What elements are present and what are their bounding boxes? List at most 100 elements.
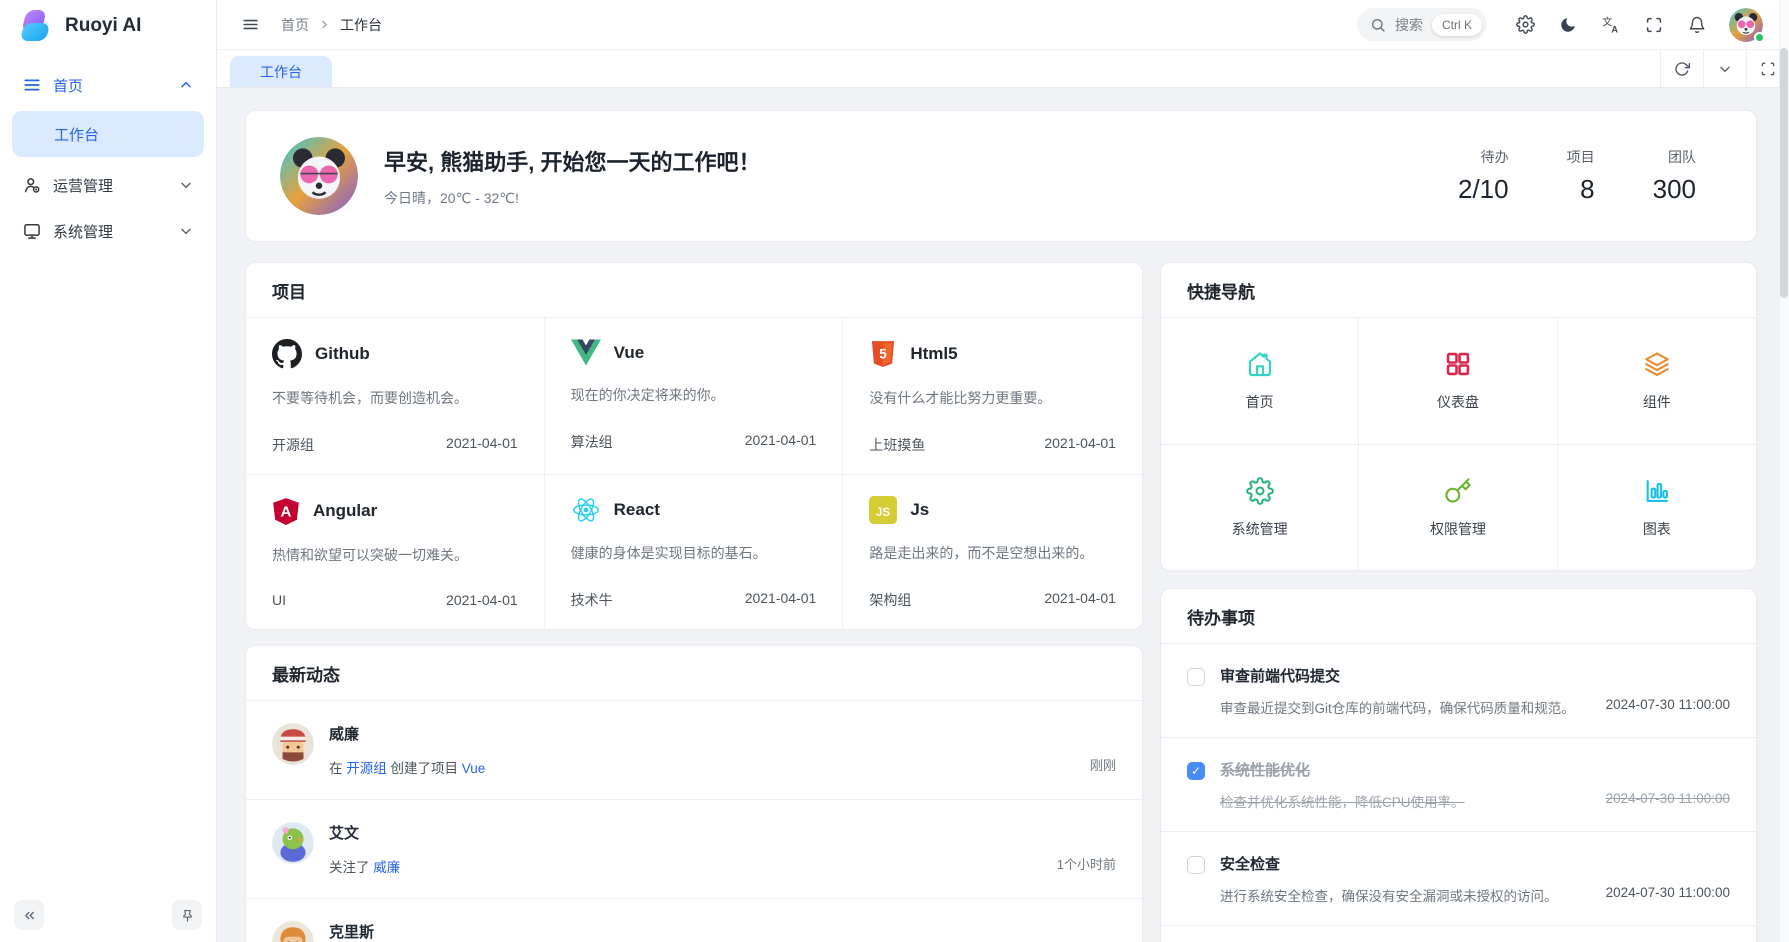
- activity-link-group[interactable]: 开源组: [346, 761, 387, 776]
- quick-nav-permissions[interactable]: 权限管理: [1359, 444, 1557, 570]
- collapse-sidebar-button[interactable]: [14, 900, 44, 930]
- todo-item-desc: 检查并优化系统性能，降低CPU使用率。: [1220, 791, 1465, 811]
- scrollbar-thumb[interactable]: [1780, 48, 1788, 298]
- refresh-icon: [1674, 61, 1690, 77]
- todo-item-title: 系统性能优化: [1220, 759, 1730, 780]
- quick-nav-home[interactable]: 首页: [1161, 318, 1359, 444]
- project-group: UI: [272, 592, 286, 608]
- app-logo[interactable]: Ruoyi AI: [0, 0, 216, 52]
- panda-avatar-large: [280, 137, 358, 215]
- fullscreen-button[interactable]: [1637, 8, 1671, 42]
- sidebar-item-label: 系统管理: [53, 221, 113, 242]
- sidebar-item-workbench[interactable]: 工作台: [12, 111, 204, 157]
- quick-nav-charts[interactable]: 图表: [1558, 444, 1756, 570]
- tab-actions: [1660, 50, 1789, 87]
- react-icon: [571, 496, 601, 524]
- quick-nav-components[interactable]: 组件: [1558, 318, 1756, 444]
- bell-icon: [1688, 16, 1706, 34]
- project-card-html5[interactable]: 5 Html5 没有什么才能比努力更重要。 上班摸鱼 2021-04-01: [843, 318, 1142, 474]
- user-avatar[interactable]: [1729, 8, 1763, 42]
- menu-lines-icon: [22, 75, 42, 95]
- activity-link-project[interactable]: Vue: [462, 761, 486, 776]
- gear-icon: [1246, 477, 1274, 505]
- sidebar-item-system[interactable]: 系统管理: [12, 210, 204, 252]
- toggle-sidebar-button[interactable]: [233, 8, 267, 42]
- activity-text-part: 创建了项目: [387, 761, 462, 776]
- pin-sidebar-button[interactable]: [172, 900, 202, 930]
- search-input[interactable]: 搜索 Ctrl K: [1357, 8, 1487, 41]
- project-group: 上班摸鱼: [869, 435, 925, 455]
- quick-nav-label: 图表: [1643, 519, 1671, 539]
- right-column: 快捷导航 首页 仪表盘: [1160, 262, 1757, 942]
- language-button[interactable]: 文A: [1594, 8, 1628, 42]
- stat-team: 团队 300: [1653, 147, 1696, 205]
- project-card-react[interactable]: React 健康的身体是实现目标的基石。 技术牛 2021-04-01: [545, 474, 844, 629]
- gear-icon: [1516, 15, 1535, 34]
- top-navbar: 首页 工作台 搜索 Ctrl K 文A: [217, 0, 1789, 50]
- activity-body: 克里斯 发布了 个人动态: [329, 921, 1068, 942]
- search-shortcut-badge: Ctrl K: [1432, 14, 1482, 36]
- sidebar-item-operations[interactable]: 运营管理: [12, 164, 204, 206]
- project-card-vue[interactable]: Vue 现在的你决定将来的你。 算法组 2021-04-01: [545, 318, 844, 474]
- activity-item: 克里斯 发布了 个人动态 1天前: [246, 899, 1142, 942]
- todo-item-time: 2024-07-30 11:00:00: [1606, 697, 1730, 717]
- project-group: 架构组: [869, 590, 911, 610]
- stat-value: 8: [1567, 174, 1595, 205]
- activity-card: 最新动态 威廉 在 开源组 创建了项目 Vue 刚刚: [245, 645, 1143, 942]
- online-status-dot: [1754, 32, 1765, 43]
- quick-nav-grid: 首页 仪表盘 组件: [1161, 318, 1756, 570]
- sidebar-footer: [0, 890, 216, 942]
- project-name: Html5: [910, 344, 957, 364]
- double-chevron-left-icon: [22, 908, 37, 923]
- todo-card: 待办事项 审查前端代码提交 审查最近提交到Git仓库的前端代码，确保代码质量和规…: [1160, 588, 1757, 942]
- monitor-icon: [22, 221, 42, 241]
- stat-label: 待办: [1458, 147, 1509, 167]
- quick-nav-label: 首页: [1246, 392, 1274, 412]
- notifications-button[interactable]: [1680, 8, 1714, 42]
- project-name: Github: [315, 344, 370, 364]
- svg-text:A: A: [281, 503, 292, 520]
- avatar-william: [272, 723, 314, 765]
- project-date: 2021-04-01: [745, 590, 817, 610]
- todo-checkbox-unchecked[interactable]: [1187, 856, 1205, 874]
- todo-item: 更新项目依赖: [1161, 926, 1756, 942]
- quick-nav-dashboard[interactable]: 仪表盘: [1359, 318, 1557, 444]
- chevron-down-icon: [1717, 61, 1733, 77]
- todo-checkbox-checked[interactable]: ✓: [1187, 762, 1205, 780]
- activity-item: 威廉 在 开源组 创建了项目 Vue 刚刚: [246, 701, 1142, 800]
- activity-user: 威廉: [329, 723, 1075, 744]
- project-card-angular[interactable]: A Angular 热情和欲望可以突破一切难关。 UI 2021-04-01: [246, 474, 545, 629]
- welcome-text: 早安, 熊猫助手, 开始您一天的工作吧！ 今日晴，20℃ - 32℃!: [384, 145, 760, 208]
- sidebar-item-label: 工作台: [54, 124, 99, 145]
- tab-workbench[interactable]: 工作台: [230, 56, 332, 87]
- stat-todo: 待办 2/10: [1458, 147, 1509, 205]
- dashboard-icon: [1444, 350, 1472, 378]
- project-desc: 健康的身体是实现目标的基石。: [571, 543, 817, 563]
- activity-link-user[interactable]: 威廉: [373, 860, 400, 875]
- project-card-github[interactable]: Github 不要等待机会，而要创造机会。 开源组 2021-04-01: [246, 318, 545, 474]
- quick-nav-title: 快捷导航: [1161, 263, 1756, 318]
- refresh-tab-button[interactable]: [1660, 50, 1703, 87]
- quick-nav-system[interactable]: 系统管理: [1161, 444, 1359, 570]
- project-name: Vue: [614, 343, 645, 363]
- todo-item: ✓ 系统性能优化 检查并优化系统性能，降低CPU使用率。 2024-07-30 …: [1161, 738, 1756, 832]
- activity-item: 艾文 关注了 威廉 1个小时前: [246, 800, 1142, 899]
- sidebar: Ruoyi AI 首页 工作台 运营管理 系统管理: [0, 0, 217, 942]
- project-group: 算法组: [571, 432, 613, 452]
- quick-nav-label: 仪表盘: [1437, 392, 1479, 412]
- todo-item-desc: 审查最近提交到Git仓库的前端代码，确保代码质量和规范。: [1220, 697, 1575, 717]
- tab-menu-button[interactable]: [1703, 50, 1746, 87]
- todo-checkbox-unchecked[interactable]: [1187, 668, 1205, 686]
- project-date: 2021-04-01: [446, 435, 518, 455]
- key-icon: [1444, 477, 1472, 505]
- project-card-js[interactable]: JS Js 路是走出来的，而不是空想出来的。 架构组 2021-04-01: [843, 474, 1142, 629]
- project-desc: 不要等待机会，而要创造机会。: [272, 388, 518, 408]
- dark-mode-button[interactable]: [1551, 8, 1585, 42]
- sidebar-item-home[interactable]: 首页: [12, 64, 204, 106]
- layers-icon: [1643, 350, 1671, 378]
- settings-button[interactable]: [1508, 8, 1542, 42]
- main-area: 首页 工作台 搜索 Ctrl K 文A: [217, 0, 1789, 942]
- project-name: Angular: [313, 501, 377, 521]
- todo-item-title: 安全检查: [1220, 853, 1730, 874]
- breadcrumb-home[interactable]: 首页: [281, 15, 309, 35]
